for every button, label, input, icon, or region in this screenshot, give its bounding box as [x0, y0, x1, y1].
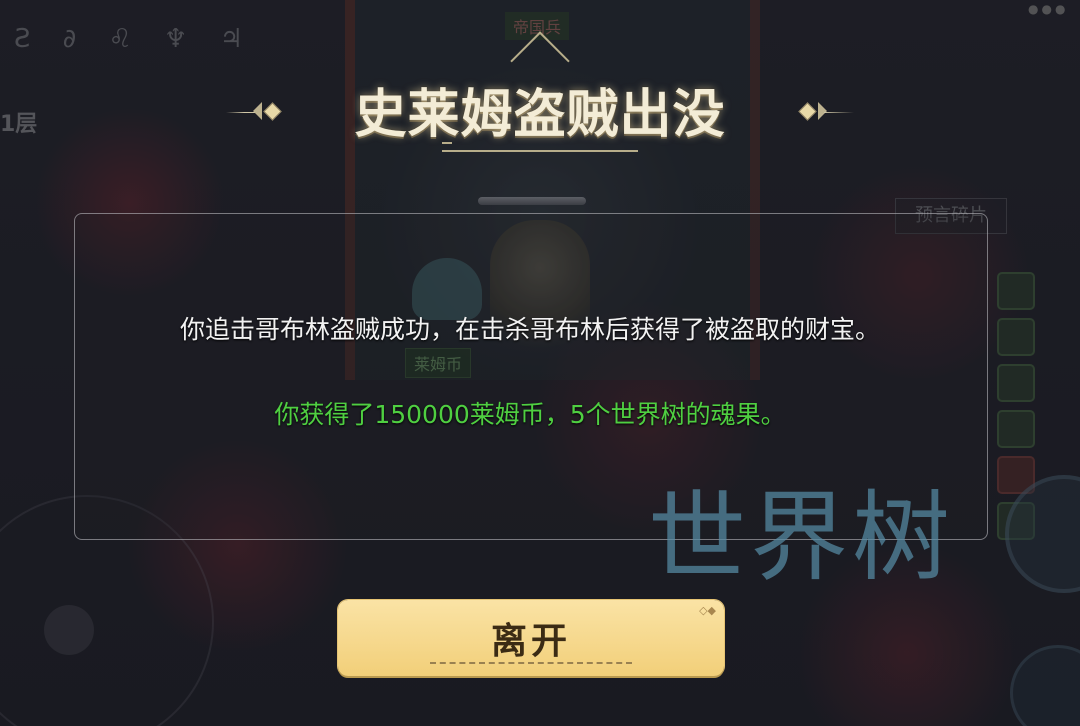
- title-arrow-right-icon: [818, 102, 836, 120]
- dialog-title-banner: 史莱姆盗贼出没: [226, 31, 854, 170]
- title-diamond-left-icon: [263, 102, 282, 121]
- panel-top-ornament: [478, 197, 586, 205]
- event-message: 你追击哥布林盗贼成功，在击杀哥布林后获得了被盗取的财宝。: [179, 315, 880, 344]
- title-diamond-right-icon: [798, 102, 817, 121]
- leave-button-label: 离开: [490, 620, 571, 661]
- dialog-panel: [74, 213, 988, 540]
- leave-button[interactable]: ◇◆ 离开: [338, 600, 724, 676]
- dialog-title: 史莱姆盗贼出没: [354, 84, 726, 145]
- title-arrow-left-icon: [244, 102, 262, 120]
- reward-message: 你获得了150000莱姆币，5个世界树的魂果。: [274, 400, 786, 429]
- button-dashed-underline: [430, 662, 632, 664]
- title-ornament-bottom: [442, 142, 638, 152]
- title-divider-right: [824, 112, 854, 113]
